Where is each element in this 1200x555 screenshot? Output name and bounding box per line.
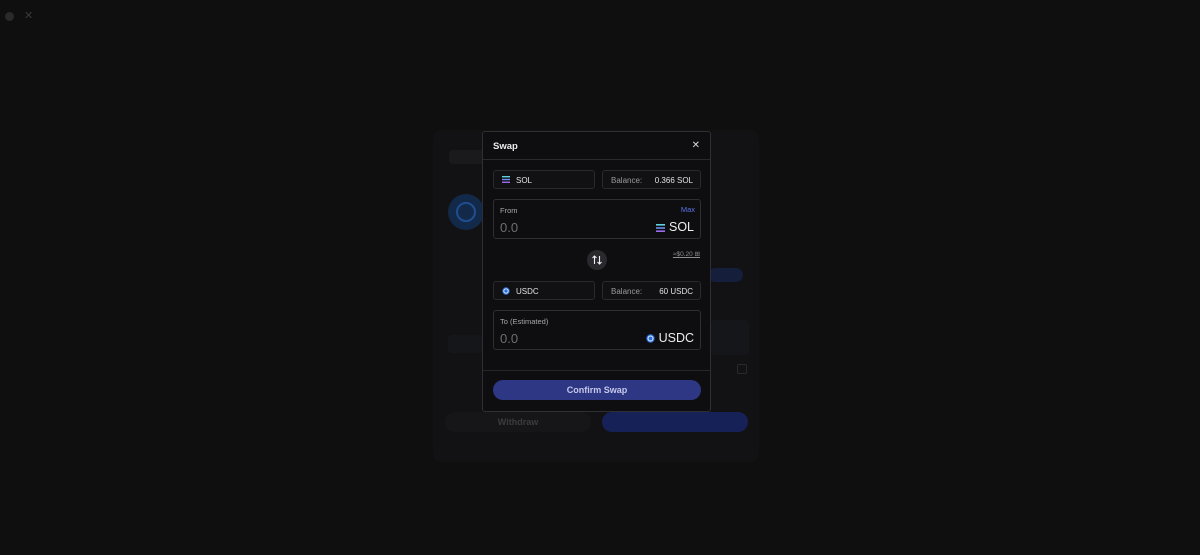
copy-icon bbox=[737, 364, 747, 374]
to-unit-label: USDC bbox=[658, 331, 694, 345]
usd-coin-icon bbox=[448, 194, 484, 230]
from-balance-value: 0.366 SOL bbox=[654, 176, 693, 185]
usdc-icon bbox=[645, 332, 655, 346]
swap-modal: Swap ✕ SOL Balance: 0.366 SOL From Max 0… bbox=[482, 131, 711, 412]
from-unit-label: SOL bbox=[668, 220, 694, 234]
close-icon[interactable]: ✕ bbox=[692, 140, 700, 151]
deposit-button[interactable] bbox=[602, 412, 748, 432]
from-balance: Balance: 0.366 SOL bbox=[602, 170, 701, 189]
usd-estimate: ≈$0.20 ⊞ bbox=[672, 251, 700, 258]
solana-icon bbox=[655, 221, 665, 235]
swap-direction-button[interactable] bbox=[587, 250, 607, 270]
window-close-icon[interactable]: ✕ bbox=[24, 9, 33, 22]
to-balance-label: Balance: bbox=[611, 287, 643, 296]
to-amount-field: To (Estimated) USDC bbox=[493, 310, 701, 350]
background-value bbox=[450, 278, 453, 288]
modal-divider bbox=[483, 370, 710, 371]
modal-title: Swap bbox=[493, 141, 518, 152]
info-icon: ⊞ bbox=[694, 251, 700, 258]
solana-icon bbox=[502, 176, 510, 185]
background-stat-box-right bbox=[711, 320, 749, 355]
from-field-label: From bbox=[500, 206, 518, 215]
to-token-symbol: USDC bbox=[516, 287, 539, 296]
to-field-label: To (Estimated) bbox=[500, 317, 549, 326]
swap-arrows-icon bbox=[592, 255, 602, 265]
to-amount-input[interactable] bbox=[500, 331, 620, 346]
from-token-symbol: SOL bbox=[516, 176, 533, 185]
usdc-icon bbox=[502, 287, 510, 297]
window-dot-icon[interactable] bbox=[5, 12, 14, 21]
background-section-label bbox=[449, 322, 452, 332]
from-unit: SOL bbox=[655, 220, 694, 235]
from-amount-input[interactable] bbox=[500, 220, 620, 235]
withdraw-button[interactable]: Withdraw bbox=[445, 412, 591, 432]
to-balance-value: 60 USDC bbox=[659, 287, 693, 296]
background-label bbox=[450, 262, 453, 272]
background-badge bbox=[708, 268, 743, 282]
from-balance-label: Balance: bbox=[611, 176, 643, 185]
confirm-swap-button[interactable]: Confirm Swap bbox=[493, 380, 701, 400]
from-amount-field: From Max SOL bbox=[493, 199, 701, 239]
to-token-select[interactable]: USDC bbox=[493, 281, 595, 300]
from-token-select[interactable]: SOL bbox=[493, 170, 595, 189]
to-balance: Balance: 60 USDC bbox=[602, 281, 701, 300]
modal-header: Swap ✕ bbox=[483, 132, 710, 160]
max-button[interactable]: Max bbox=[681, 205, 695, 214]
to-unit: USDC bbox=[645, 331, 694, 346]
